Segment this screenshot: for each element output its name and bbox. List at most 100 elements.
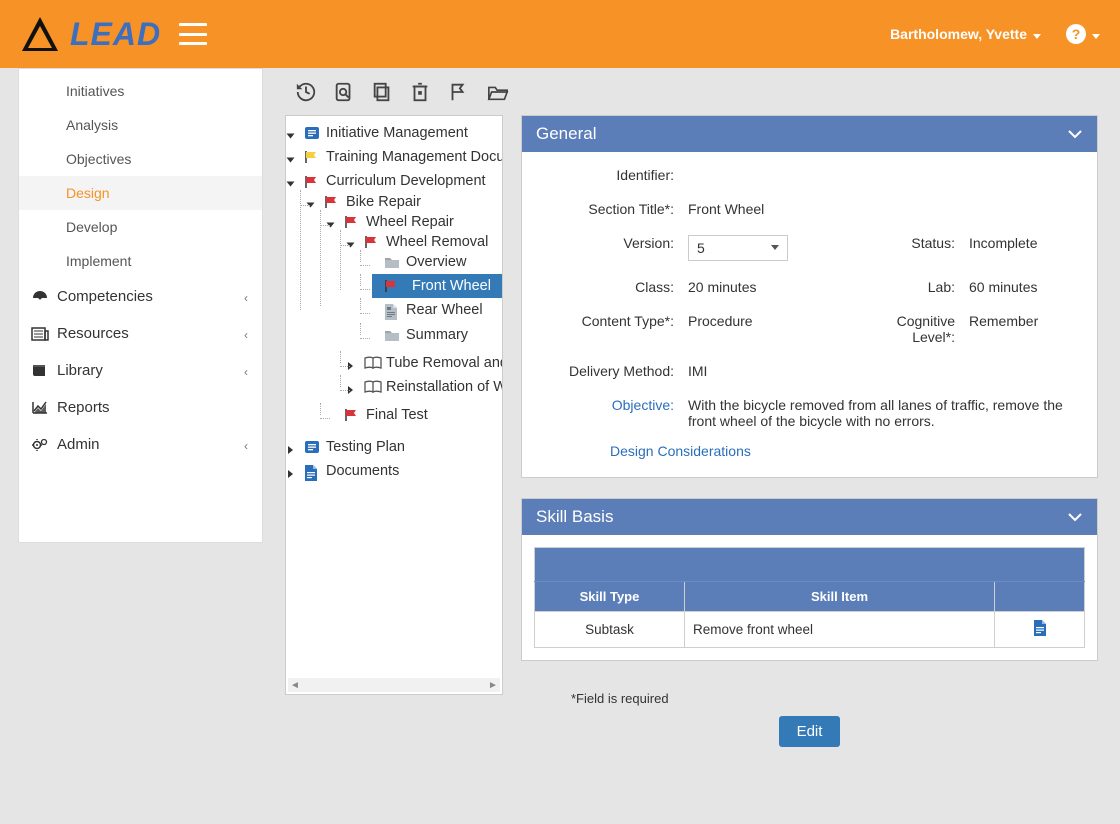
horizontal-scrollbar[interactable]: ◄► <box>288 678 500 692</box>
tree-toggle-icon[interactable] <box>288 446 293 454</box>
sidebar-cat-resources[interactable]: Resources‹ <box>19 315 262 352</box>
cognitive-level-label: Cognitive Level*: <box>851 313 961 345</box>
tree-toggle-icon[interactable] <box>348 386 353 394</box>
help-icon: ? <box>1066 24 1086 44</box>
sidebar-cat-library[interactable]: Library‹ <box>19 352 262 389</box>
company-triangle-icon: AIMERLON, INC. <box>20 14 60 54</box>
tree-label: Reinstallation of Wheel <box>386 379 502 395</box>
flag-icon[interactable] <box>447 81 469 103</box>
tree-label: Final Test <box>366 407 428 423</box>
content-type-value: Procedure <box>688 313 843 329</box>
tree-node[interactable]: Wheel RepairWheel RemovalOverviewFront W… <box>332 210 502 403</box>
sidebar-item-analysis[interactable]: Analysis <box>19 108 262 142</box>
tree-node[interactable]: Training Management Documents <box>292 145 502 169</box>
document-icon[interactable] <box>1033 620 1047 636</box>
edit-button[interactable]: Edit <box>779 716 841 747</box>
tree-panel: Initiative Management Training Management… <box>285 115 503 695</box>
status-label: Status: <box>851 235 961 251</box>
caret-down-icon <box>1092 34 1100 39</box>
tree-node[interactable]: Rear Wheel <box>372 298 502 322</box>
chevron-left-icon: ‹ <box>244 291 248 305</box>
tree-toggle-icon[interactable] <box>307 202 315 207</box>
chart-icon <box>31 400 49 420</box>
objective-label[interactable]: Objective: <box>540 397 680 413</box>
main-content: Initiative Management Training Management… <box>263 68 1120 824</box>
skill-item-value: Remove front wheel <box>685 612 995 648</box>
help-menu[interactable]: ? <box>1066 24 1100 44</box>
user-name: Bartholomew, Yvette <box>890 26 1027 42</box>
folder-open-icon[interactable] <box>485 81 511 103</box>
delivery-method-value: IMI <box>688 363 843 379</box>
tree-label: Curriculum Development <box>326 174 486 190</box>
tree-toggle-icon[interactable] <box>287 158 295 163</box>
history-icon[interactable] <box>295 81 317 103</box>
tree-label: Tube Removal and Replacement <box>386 355 502 371</box>
brand-text: LEAD <box>70 16 161 53</box>
rflag-icon <box>344 215 360 229</box>
sidebar-item-implement[interactable]: Implement <box>19 244 262 278</box>
doc-icon <box>304 126 320 140</box>
lab-label: Lab: <box>851 279 961 295</box>
tree-node[interactable]: Initiative Management <box>292 121 502 145</box>
tree-toggle-icon[interactable] <box>287 134 295 139</box>
sidebar: InitiativesAnalysisObjectivesDesignDevel… <box>18 68 263 543</box>
sidebar-cat-admin[interactable]: Admin‹ <box>19 426 262 463</box>
tree-label: Documents <box>326 464 399 480</box>
tree-label: Wheel Removal <box>386 234 488 250</box>
tree-toggle-icon[interactable] <box>348 362 353 370</box>
status-value: Incomplete <box>969 235 1079 251</box>
copy-icon[interactable] <box>371 81 393 103</box>
version-select[interactable]: 5 <box>688 235 788 261</box>
top-bar: AIMERLON, INC. LEAD Bartholomew, Yvette … <box>0 0 1120 68</box>
menu-toggle-button[interactable] <box>179 23 207 45</box>
delivery-method-label: Delivery Method: <box>540 363 680 379</box>
cognitive-level-value: Remember <box>969 313 1079 329</box>
user-menu[interactable]: Bartholomew, Yvette <box>890 26 1041 42</box>
tree-toggle-icon[interactable] <box>327 222 335 227</box>
sidebar-item-develop[interactable]: Develop <box>19 210 262 244</box>
sidebar-item-initiatives[interactable]: Initiatives <box>19 74 262 108</box>
skill-basis-panel: Skill Basis Skill Type Skill Item Subtas… <box>521 498 1098 661</box>
tree-node[interactable]: Testing Plan <box>292 435 502 459</box>
news-icon <box>31 326 49 346</box>
tree-label: Initiative Management <box>326 125 468 141</box>
delete-icon[interactable] <box>409 81 431 103</box>
tree-node[interactable]: Overview <box>372 250 502 274</box>
tree-label: Wheel Repair <box>366 214 454 230</box>
book-icon <box>364 356 380 370</box>
sidebar-item-objectives[interactable]: Objectives <box>19 142 262 176</box>
version-label: Version: <box>540 235 680 251</box>
tree-toggle-icon[interactable] <box>288 470 293 478</box>
content-type-label: Content Type*: <box>540 313 680 329</box>
tree-node[interactable]: Reinstallation of Wheel <box>352 375 502 399</box>
general-panel-header[interactable]: General <box>522 116 1097 152</box>
tree-node[interactable]: Wheel RemovalOverviewFront Wheel Rear Whe… <box>352 230 502 351</box>
sidebar-cat-competencies[interactable]: Competencies‹ <box>19 278 262 315</box>
tree-toggle-icon[interactable] <box>287 182 295 187</box>
sidebar-cat-reports[interactable]: Reports <box>19 389 262 426</box>
chevron-left-icon: ‹ <box>244 328 248 342</box>
section-title-value: Front Wheel <box>688 201 843 217</box>
tree-toggle-icon[interactable] <box>347 242 355 247</box>
tree-node[interactable]: Tube Removal and Replacement <box>352 351 502 375</box>
col-action <box>995 582 1085 612</box>
identifier-label: Identifier: <box>540 167 680 183</box>
col-skill-type: Skill Type <box>535 582 685 612</box>
section-title-label: Section Title*: <box>540 201 680 217</box>
tree-label: Rear Wheel <box>406 303 483 319</box>
tree-node[interactable]: Documents <box>292 459 502 483</box>
sidebar-item-design[interactable]: Design <box>19 176 262 210</box>
preview-icon[interactable] <box>333 81 355 103</box>
lab-value: 60 minutes <box>969 279 1079 295</box>
design-considerations-link[interactable]: Design Considerations <box>610 443 751 459</box>
tree-node[interactable]: Curriculum DevelopmentBike RepairWheel R… <box>292 169 502 435</box>
tree-node[interactable]: Bike RepairWheel RepairWheel RemovalOver… <box>312 190 502 432</box>
tree-label: Summary <box>406 327 468 343</box>
class-value: 20 minutes <box>688 279 843 295</box>
skill-table: Skill Type Skill Item Subtask Remove fro… <box>534 547 1085 648</box>
tree-node[interactable]: Summary <box>372 323 502 347</box>
skill-basis-header[interactable]: Skill Basis <box>522 499 1097 535</box>
tree-node[interactable]: Final Test <box>332 403 502 427</box>
book-icon <box>364 380 380 394</box>
tree-node[interactable]: Front Wheel <box>372 274 502 298</box>
